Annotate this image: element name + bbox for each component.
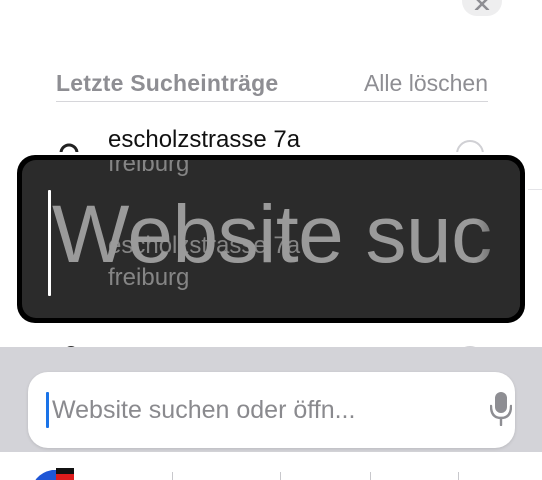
text-magnifier-loupe: freiburg escholzstrasse 7a freiburg Webs… — [14, 152, 528, 326]
text-caret — [46, 392, 49, 428]
key-separator — [280, 472, 281, 480]
magnified-caret — [48, 190, 51, 296]
close-icon — [474, 0, 490, 10]
recents-header: Letzte Sucheinträge Alle löschen — [56, 70, 488, 102]
key-separator — [458, 472, 459, 480]
loupe-glass: freiburg escholzstrasse 7a freiburg Webs… — [22, 160, 520, 318]
key-separator — [172, 472, 173, 480]
recents-title: Letzte Sucheinträge — [56, 70, 279, 96]
address-bar-tray — [0, 347, 542, 452]
loupe-fade — [476, 160, 520, 318]
loupe-border: freiburg escholzstrasse 7a freiburg Webs… — [17, 155, 525, 323]
magnified-text: Website suc — [52, 189, 492, 280]
key-separator — [370, 472, 371, 480]
globe-flag-icon[interactable] — [24, 466, 76, 480]
loupe-ghost-text: freiburg — [108, 160, 190, 177]
clear-all-button[interactable]: Alle löschen — [364, 70, 488, 97]
close-button[interactable] — [462, 0, 502, 16]
search-input[interactable] — [52, 392, 452, 428]
keyboard-top — [0, 452, 542, 480]
history-item-title: escholzstrasse 7a — [108, 126, 301, 153]
address-search-field[interactable] — [28, 372, 515, 448]
microphone-icon[interactable] — [490, 392, 512, 426]
